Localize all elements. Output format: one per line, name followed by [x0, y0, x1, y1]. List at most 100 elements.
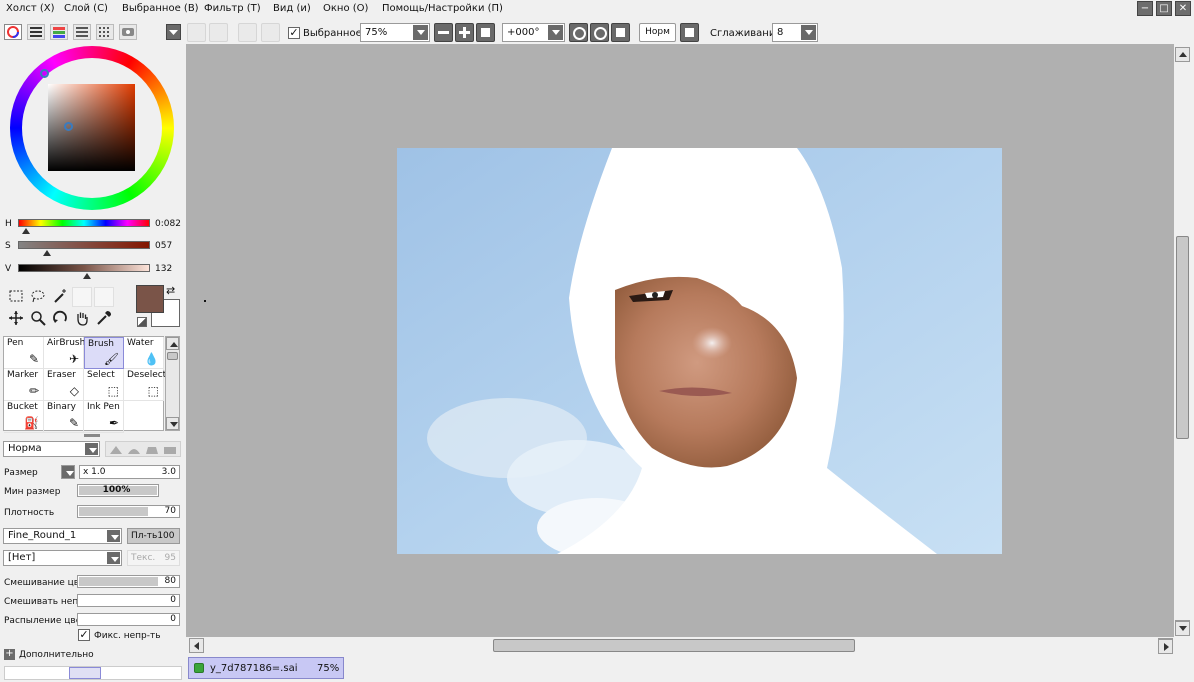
saturation-value-square[interactable] — [48, 84, 135, 171]
hue-slider[interactable] — [18, 219, 150, 227]
scroll-down-arrow[interactable] — [1175, 621, 1190, 636]
canvas-horizontal-scrollbar[interactable] — [186, 637, 1174, 654]
value-slider[interactable] — [18, 264, 150, 272]
size-field[interactable]: x 1.0 3.0 — [79, 465, 180, 479]
rotate-reset-button[interactable] — [611, 23, 630, 42]
menu-view[interactable]: Вид (и) — [273, 3, 311, 14]
brush-binary[interactable]: Binary ✎ — [44, 401, 84, 433]
hue-label: H — [5, 219, 12, 229]
lasso-icon[interactable] — [29, 288, 47, 306]
panel-resize-handle[interactable] — [84, 434, 100, 437]
saturation-slider-thumb[interactable] — [43, 250, 52, 256]
navigator-mode-button[interactable] — [119, 24, 137, 40]
restore-button[interactable]: □ — [1156, 1, 1172, 16]
deselect-button[interactable] — [238, 23, 257, 42]
horizontal-scroll-thumb[interactable] — [493, 639, 855, 652]
menu-selection[interactable]: Выбранное (В) — [122, 3, 199, 14]
spread-slider[interactable]: 0 — [77, 613, 180, 626]
texture-strength-field[interactable]: Текс. 95 — [127, 550, 180, 566]
scroll-up-arrow[interactable] — [1175, 47, 1190, 62]
density-slider[interactable]: 70 — [77, 505, 180, 518]
menu-layer[interactable]: Слой (С) — [64, 3, 108, 14]
sv-marker[interactable] — [64, 122, 73, 131]
undo-button[interactable] — [187, 23, 206, 42]
rotate-icon[interactable] — [51, 310, 69, 328]
panel-menu-button[interactable] — [166, 24, 181, 40]
swap-colors-icon[interactable]: ⇄ — [166, 284, 175, 297]
zoom-icon[interactable] — [29, 310, 47, 328]
color-wheel-mode-button[interactable] — [4, 24, 22, 40]
vertical-scroll-thumb[interactable] — [1176, 236, 1189, 439]
hsv-sliders-mode-button[interactable] — [50, 24, 68, 40]
invert-selection-button[interactable] — [261, 23, 280, 42]
scroll-right-arrow[interactable] — [1158, 639, 1173, 654]
brush-shape-presets[interactable] — [105, 441, 181, 457]
zoom-select[interactable]: 75% — [360, 23, 430, 42]
blend-mode-select[interactable]: Норма — [3, 441, 100, 457]
saturation-slider[interactable] — [18, 241, 150, 249]
canvas-vertical-scrollbar[interactable] — [1174, 44, 1192, 637]
document-tab[interactable]: у_7d787186=.sai 75% — [188, 657, 344, 679]
scroll-left-arrow[interactable] — [189, 638, 204, 653]
minimize-button[interactable]: − — [1137, 1, 1153, 16]
magic-wand-icon[interactable] — [51, 288, 69, 306]
sliders-icon — [30, 27, 42, 37]
brush-grid-scrollbar[interactable] — [165, 336, 180, 431]
brush-select[interactable]: Select ⬚ — [84, 369, 124, 401]
texture-select[interactable]: [Нет] — [3, 550, 122, 566]
smoothing-select[interactable]: 8 — [772, 23, 818, 42]
selection-visible-checkbox[interactable]: ✓ — [288, 27, 300, 39]
zoom-reset-button[interactable] — [476, 23, 495, 42]
rotation-select[interactable]: +000° — [502, 23, 565, 42]
rotate-left-button[interactable] — [569, 23, 588, 42]
menu-window[interactable]: Окно (О) — [323, 3, 368, 14]
blend-mode-button[interactable]: Норм — [639, 23, 676, 42]
scroll-down-arrow[interactable] — [166, 417, 179, 430]
value-slider-thumb[interactable] — [82, 273, 91, 279]
brush-marker[interactable]: Marker ✏ — [4, 369, 44, 401]
zoom-out-button[interactable] — [434, 23, 453, 42]
brush-brush[interactable]: Brush 🖌 — [84, 337, 124, 369]
chevron-down-icon — [413, 25, 428, 40]
expand-plus-icon[interactable]: + — [4, 649, 15, 660]
menu-help[interactable]: Помощь/Настройки (П) — [382, 3, 503, 14]
brush-pen[interactable]: Pen ✎ — [4, 337, 44, 369]
brush-water[interactable]: Water 💧 — [124, 337, 164, 369]
close-button[interactable]: ✕ — [1175, 1, 1191, 16]
document-filename: у_7d787186=.sai — [210, 663, 298, 674]
document-canvas[interactable] — [397, 148, 1002, 554]
shape-strength-field[interactable]: Пл-ть100 — [127, 528, 180, 544]
brush-airbrush[interactable]: AirBrush ✈ — [44, 337, 85, 369]
zoom-in-button[interactable] — [455, 23, 474, 42]
min-size-slider[interactable]: 100% — [77, 484, 159, 497]
flip-horizontal-button[interactable] — [680, 23, 699, 42]
dilution-slider[interactable]: 0 — [77, 594, 180, 607]
advanced-tab-active[interactable] — [69, 667, 101, 679]
brush-ink-pen[interactable]: Ink Pen ✒ — [84, 401, 124, 433]
blend-slider[interactable]: 80 — [77, 575, 180, 588]
scratchpad-mode-button[interactable] — [96, 24, 114, 40]
menu-canvas[interactable]: Холст (X) — [6, 3, 55, 14]
rotate-right-button[interactable] — [590, 23, 609, 42]
scroll-up-arrow[interactable] — [166, 337, 179, 350]
brush-bucket[interactable]: Bucket ⛽ — [4, 401, 44, 433]
advanced-label[interactable]: Дополнительно — [19, 650, 94, 660]
default-colors-icon[interactable] — [137, 317, 147, 327]
hue-slider-thumb[interactable] — [21, 228, 30, 234]
swatches-mode-button[interactable] — [73, 24, 91, 40]
keep-opacity-checkbox[interactable]: ✓ — [78, 629, 90, 641]
hand-icon[interactable] — [73, 310, 91, 328]
rect-select-icon[interactable] — [7, 288, 25, 306]
move-icon[interactable] — [7, 310, 25, 328]
brush-shape-select[interactable]: Fine_Round_1 — [3, 528, 122, 544]
brush-deselect[interactable]: Deselect ⬚ — [124, 369, 166, 401]
eyedropper-icon[interactable] — [95, 310, 113, 328]
rgb-sliders-mode-button[interactable] — [27, 24, 45, 40]
size-range-select[interactable] — [61, 465, 75, 479]
primary-color-swatch[interactable] — [136, 285, 164, 313]
scroll-thumb[interactable] — [167, 352, 178, 360]
redo-button[interactable] — [209, 23, 228, 42]
menu-filter[interactable]: Фильтр (Т) — [204, 3, 261, 14]
hue-marker[interactable] — [40, 69, 49, 78]
brush-eraser[interactable]: Eraser ◇ — [44, 369, 84, 401]
